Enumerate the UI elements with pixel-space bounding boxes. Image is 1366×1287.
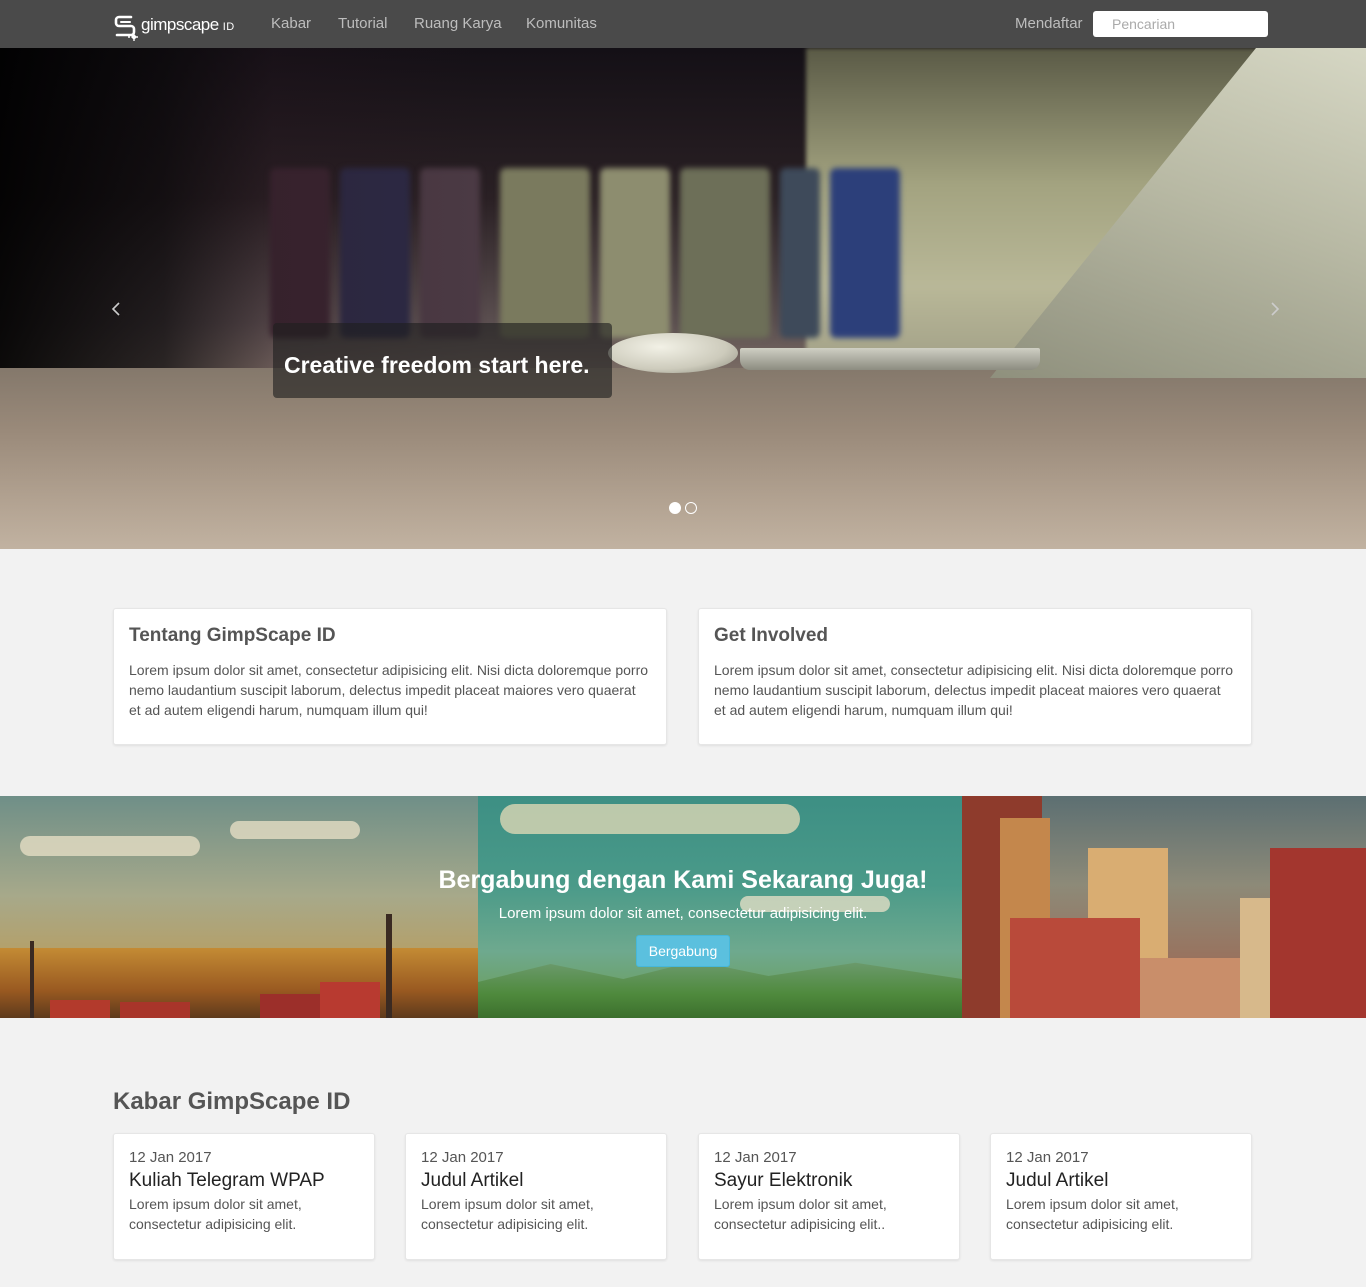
nav-link-ruang-karya[interactable]: Ruang Karya (414, 15, 502, 32)
house-illustration (320, 982, 380, 1018)
chevron-right-icon[interactable] (1268, 298, 1284, 322)
news-excerpt: Lorem ipsum dolor sit amet, consectetur … (714, 1196, 887, 1232)
chevron-left-icon[interactable] (109, 298, 125, 322)
news-title[interactable]: Kuliah Telegram WPAP (129, 1170, 359, 1192)
gimpscape-logo-icon (113, 13, 139, 41)
carousel-indicators (669, 502, 697, 514)
join-subtitle: Lorem ipsum dolor sit amet, consectetur … (498, 905, 868, 922)
news-card[interactable]: 12 Jan 2017 Sayur Elektronik Lorem ipsum… (698, 1133, 960, 1260)
mouse-image (608, 333, 738, 373)
search-input[interactable] (1093, 11, 1268, 37)
news-date: 12 Jan 2017 (1006, 1149, 1089, 1166)
cloud-illustration (500, 804, 800, 834)
hero-caption: Creative freedom start here. (273, 323, 612, 398)
news-title[interactable]: Judul Artikel (421, 1170, 651, 1192)
news-heading: Kabar GimpScape ID (113, 1088, 351, 1115)
cloud-illustration (230, 821, 360, 839)
news-date: 12 Jan 2017 (421, 1149, 504, 1166)
news-title[interactable]: Judul Artikel (1006, 1170, 1236, 1192)
news-date: 12 Jan 2017 (129, 1149, 212, 1166)
news-excerpt: Lorem ipsum dolor sit amet, consectetur … (1006, 1196, 1179, 1232)
get-involved-card: Get Involved Lorem ipsum dolor sit amet,… (698, 608, 1252, 745)
news-date: 12 Jan 2017 (714, 1149, 797, 1166)
carousel-dot-2[interactable] (685, 502, 697, 514)
join-banner: Bergabung dengan Kami Sekarang Juga! Lor… (0, 796, 1366, 1018)
news-card[interactable]: 12 Jan 2017 Kuliah Telegram WPAP Lorem i… (113, 1133, 375, 1260)
building-illustration (1010, 918, 1140, 1018)
brand-logo[interactable]: gimpscape ID (113, 12, 235, 42)
hero-table (0, 368, 1366, 549)
nav-link-kabar[interactable]: Kabar (271, 15, 311, 32)
get-involved-card-title: Get Involved (714, 625, 829, 646)
house-illustration (120, 1002, 190, 1018)
laptop-base-image (740, 348, 1040, 370)
get-involved-card-body: Lorem ipsum dolor sit amet, consectetur … (714, 662, 1234, 718)
join-title: Bergabung dengan Kami Sekarang Juga! (438, 866, 928, 894)
news-excerpt: Lorem ipsum dolor sit amet, consectetur … (129, 1196, 302, 1232)
join-button[interactable]: Bergabung (636, 935, 730, 967)
nav-link-komunitas[interactable]: Komunitas (526, 15, 597, 32)
about-card: Tentang GimpScape ID Lorem ipsum dolor s… (113, 608, 667, 745)
power-pole-illustration (30, 941, 34, 1018)
signup-link[interactable]: Mendaftar (1015, 15, 1083, 32)
cloud-illustration (20, 836, 200, 856)
hero-caption-text: Creative freedom start here. (284, 352, 590, 378)
news-card[interactable]: 12 Jan 2017 Judul Artikel Lorem ipsum do… (405, 1133, 667, 1260)
nav-link-tutorial[interactable]: Tutorial (338, 15, 387, 32)
about-card-title: Tentang GimpScape ID (129, 625, 336, 646)
house-illustration (50, 1000, 110, 1018)
navbar: gimpscape ID Kabar Tutorial Ruang Karya K… (0, 0, 1366, 48)
news-title[interactable]: Sayur Elektronik (714, 1170, 944, 1192)
power-pole-illustration (386, 914, 392, 1018)
hero-carousel: Creative freedom start here. (0, 48, 1366, 549)
news-card[interactable]: 12 Jan 2017 Judul Artikel Lorem ipsum do… (990, 1133, 1252, 1260)
about-card-body: Lorem ipsum dolor sit amet, consectetur … (129, 662, 649, 718)
news-excerpt: Lorem ipsum dolor sit amet, consectetur … (421, 1196, 594, 1232)
carousel-dot-1[interactable] (669, 502, 681, 514)
brand-name: gimpscape ID (141, 15, 235, 34)
